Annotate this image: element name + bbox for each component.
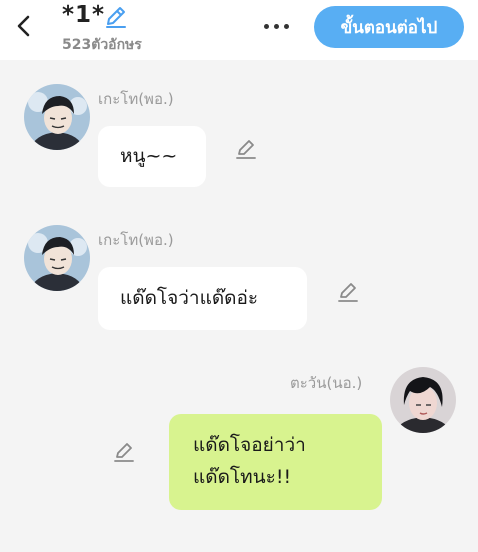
- back-button[interactable]: [10, 12, 38, 40]
- avatar-tawan[interactable]: [390, 367, 456, 433]
- edit-message-button[interactable]: [234, 137, 258, 161]
- avatar-geto[interactable]: [24, 225, 90, 291]
- pencil-icon: [114, 443, 134, 462]
- avatar-image: [390, 367, 456, 433]
- pencil-icon: [106, 7, 126, 28]
- message-text: แด๊ดโจว่าแด๊ดอ่ะ: [120, 287, 259, 309]
- sender-name: ตะวัน(นอ.): [290, 374, 363, 392]
- avatar-image: [24, 84, 90, 150]
- sender-name: เกะโท(พอ.): [98, 90, 174, 108]
- message-bubble[interactable]: แด๊ดโจว่าแด๊ดอ่ะ: [98, 267, 307, 330]
- more-dot-icon: [263, 23, 269, 29]
- chevron-left-icon: [17, 15, 30, 37]
- message-bubble[interactable]: แด๊ดโจอย่าว่า แด๊ดโทนะ!!: [169, 414, 382, 510]
- message-text: หนู~~: [120, 145, 178, 167]
- avatar-geto[interactable]: [24, 84, 90, 150]
- more-dot-icon: [273, 23, 279, 29]
- app-header: *1* 523ตัวอักษร ขั้นตอนต่อไป: [0, 0, 478, 60]
- next-step-button[interactable]: ขั้นตอนต่อไป: [314, 6, 464, 48]
- message-text-line-1: แด๊ดโจอย่าว่า: [193, 434, 306, 456]
- edit-message-button[interactable]: [112, 440, 136, 464]
- message-bubble[interactable]: หนู~~: [98, 126, 206, 187]
- avatar-image: [24, 225, 90, 291]
- story-title: *1*: [62, 2, 106, 28]
- pencil-icon: [338, 283, 358, 302]
- message-text-line-2: แด๊ดโทนะ!!: [193, 466, 292, 488]
- more-dot-icon: [283, 23, 289, 29]
- sender-name: เกะโท(พอ.): [98, 231, 174, 249]
- more-options-button[interactable]: [258, 14, 294, 38]
- character-count: 523ตัวอักษร: [62, 37, 142, 53]
- edit-title-button[interactable]: [103, 4, 129, 30]
- edit-message-button[interactable]: [336, 280, 360, 304]
- pencil-icon: [236, 140, 256, 159]
